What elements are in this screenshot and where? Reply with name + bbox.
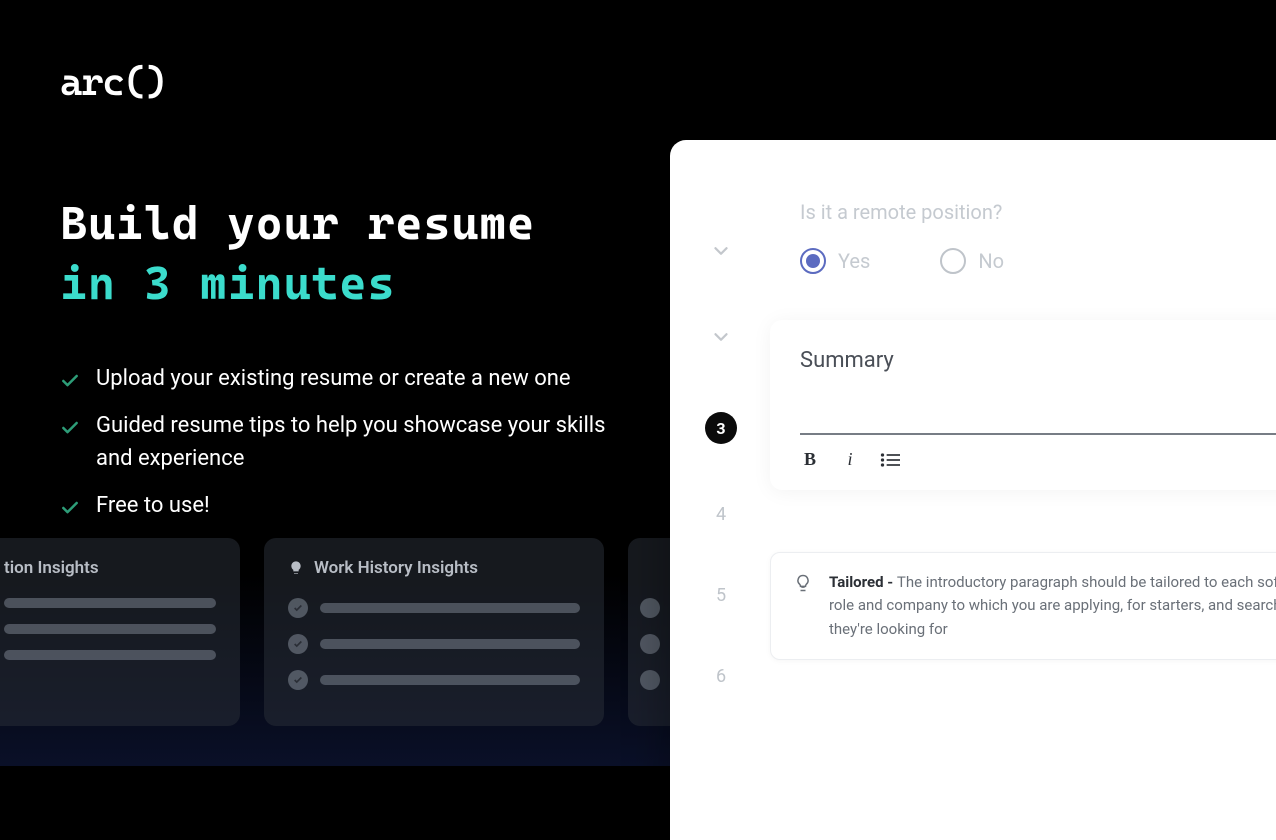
- italic-button[interactable]: i: [840, 449, 860, 470]
- radio-option-yes[interactable]: Yes: [800, 248, 870, 274]
- skeleton-row: [288, 598, 580, 618]
- radio-label: No: [978, 249, 1004, 273]
- check-icon: [60, 415, 80, 435]
- step-number-active[interactable]: 3: [705, 412, 737, 444]
- remote-position-block: Is it a remote position? Yes No: [800, 200, 1004, 274]
- step-number[interactable]: 4: [716, 504, 737, 525]
- summary-card: Summary B i: [770, 320, 1276, 490]
- insight-cards-row: tion Insights Work History Insights: [0, 538, 688, 726]
- radio-label: Yes: [838, 249, 870, 273]
- insight-card-title: Work History Insights: [314, 558, 478, 578]
- lightbulb-icon: [793, 573, 813, 641]
- feature-item: Upload your existing resume or create a …: [60, 362, 620, 395]
- format-toolbar: B i: [800, 449, 1276, 470]
- skeleton-row: [288, 670, 580, 690]
- check-circle-icon: [288, 598, 308, 618]
- steps-rail: 3 4 5 6: [710, 240, 737, 687]
- feature-text: Guided resume tips to help you showcase …: [96, 409, 620, 475]
- check-circle-icon: [288, 670, 308, 690]
- app-preview-panel: 3 4 5 6 Is it a remote position? Yes No …: [670, 140, 1276, 840]
- tip-card: Tailored - The introductory paragraph sh…: [770, 552, 1276, 660]
- skeleton-row: [4, 598, 216, 608]
- check-icon: [60, 368, 80, 388]
- radio-icon: [940, 248, 966, 274]
- feature-item: Guided resume tips to help you showcase …: [60, 409, 620, 475]
- insight-card: tion Insights: [0, 538, 240, 726]
- radio-icon: [800, 248, 826, 274]
- tip-label: Tailored -: [829, 573, 897, 591]
- bullet-list-button[interactable]: [880, 452, 900, 468]
- check-icon: [60, 495, 80, 515]
- radio-option-no[interactable]: No: [940, 248, 1004, 274]
- summary-input-underline[interactable]: [800, 433, 1276, 435]
- bold-button[interactable]: B: [800, 449, 820, 470]
- insight-card: Work History Insights: [264, 538, 604, 726]
- insight-card-title: tion Insights: [4, 558, 99, 578]
- tip-body: The introductory paragraph should be tai…: [829, 573, 1276, 638]
- check-circle-icon: [288, 634, 308, 654]
- feature-text: Free to use!: [96, 489, 210, 522]
- step-collapse-icon[interactable]: [710, 240, 737, 266]
- tip-text: Tailored - The introductory paragraph sh…: [829, 571, 1276, 641]
- skeleton-row: [288, 634, 580, 654]
- remote-question-label: Is it a remote position?: [800, 200, 1004, 224]
- lightbulb-icon: [288, 560, 304, 576]
- brand-logo: arc(): [60, 60, 1216, 104]
- feature-item: Free to use!: [60, 489, 620, 522]
- feature-text: Upload your existing resume or create a …: [96, 362, 571, 395]
- step-number[interactable]: 6: [716, 666, 737, 687]
- summary-title: Summary: [800, 348, 1276, 373]
- step-collapse-icon[interactable]: [710, 326, 737, 352]
- skeleton-row: [4, 650, 216, 660]
- skeleton-row: [4, 624, 216, 634]
- step-number[interactable]: 5: [716, 585, 737, 606]
